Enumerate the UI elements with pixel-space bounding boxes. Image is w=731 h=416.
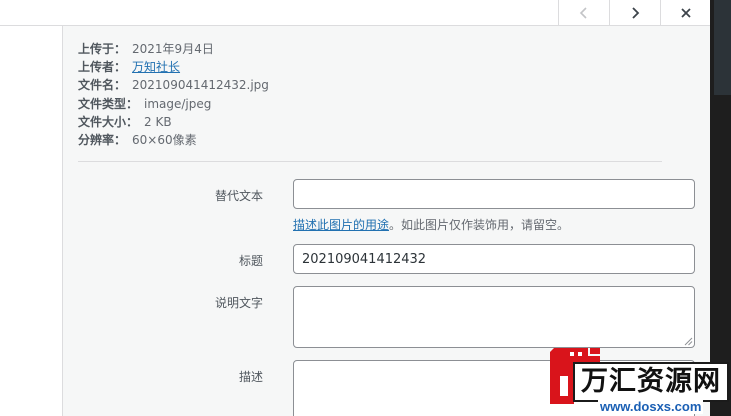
description-label: 描述 (238, 370, 263, 384)
detail-uploaded-by: 上传者： 万知社长 (78, 58, 269, 76)
detail-value: 60×60像素 (132, 132, 197, 147)
detail-label: 上传于： (78, 42, 127, 56)
close-button[interactable] (660, 0, 710, 26)
modal-header (0, 0, 710, 26)
backdrop-sliver (714, 0, 731, 95)
watermark-url: www.dosxs.com (598, 399, 704, 414)
next-button[interactable] (609, 0, 660, 26)
detail-label: 文件大小： (78, 114, 139, 129)
previous-button[interactable] (558, 0, 609, 26)
alt-text-help-link[interactable]: 描述此图片的用途 (293, 218, 389, 232)
caption-label: 说明文字 (214, 296, 263, 310)
detail-dimensions: 分辨率： 60×60像素 (78, 131, 269, 149)
detail-file-size: 文件大小： 2 KB (78, 113, 269, 131)
detail-uploaded-on: 上传于： 2021年9月4日 (78, 40, 269, 58)
detail-value: image/jpeg (144, 96, 212, 111)
detail-value: 2021年9月4日 (132, 42, 214, 56)
detail-filename: 文件名： 202109041412432.jpg (78, 76, 269, 94)
detail-value: 202109041412432.jpg (132, 78, 269, 93)
alt-text-input[interactable] (293, 179, 695, 209)
title-label: 标题 (238, 254, 263, 268)
detail-value: 2 KB (144, 114, 172, 129)
watermark-title: 万汇资源网 (573, 362, 729, 402)
detail-file-type: 文件类型： image/jpeg (78, 95, 269, 113)
chevron-right-icon (632, 7, 640, 19)
detail-label: 上传者： (78, 60, 127, 75)
detail-label: 文件名： (78, 78, 127, 93)
uploader-link[interactable]: 万知社长 (132, 60, 180, 74)
caption-textarea[interactable] (293, 286, 695, 348)
watermark: 万汇资源网 www.dosxs.com (540, 340, 731, 416)
close-icon (680, 8, 691, 18)
alt-text-help: 描述此图片的用途。如此图片仅作装饰用，请留空。 (293, 216, 569, 233)
file-details: 上传于： 2021年9月4日 上传者： 万知社长 文件名： 2021090414124… (78, 40, 269, 149)
chevron-left-icon (579, 7, 587, 19)
detail-label: 文件类型： (78, 96, 139, 111)
title-input[interactable] (293, 244, 695, 274)
alt-text-help-rest: 。如此图片仅作装饰用，请留空。 (389, 218, 570, 232)
section-divider (78, 161, 662, 162)
detail-label: 分辨率： (78, 132, 127, 147)
alt-text-label: 替代文本 (214, 189, 263, 203)
